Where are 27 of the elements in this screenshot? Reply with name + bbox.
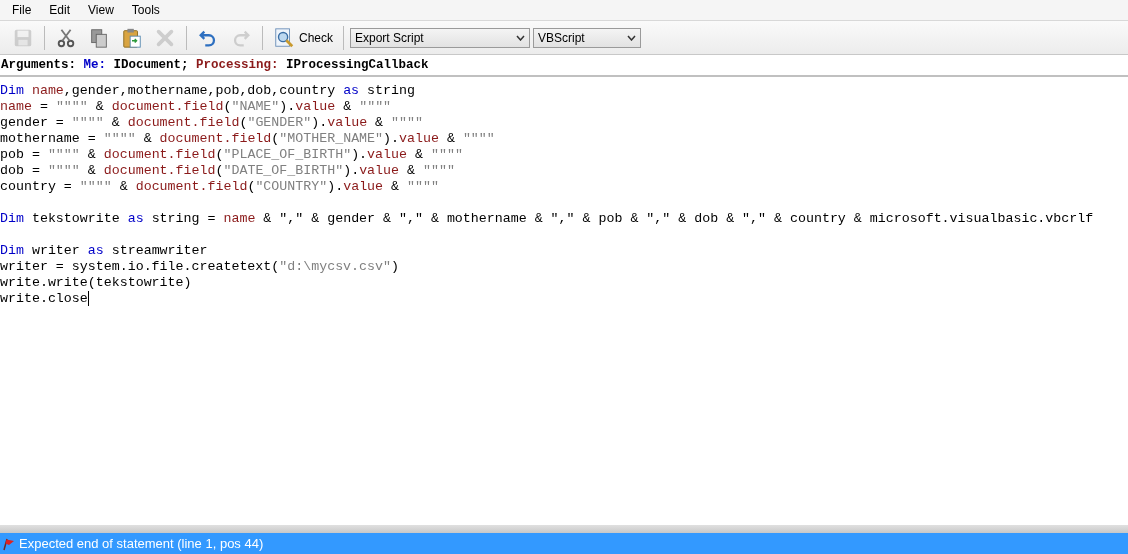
check-button[interactable]: Check	[269, 24, 337, 51]
status-message: Expected end of statement (line 1, pos 44)	[19, 536, 264, 551]
flag-icon	[2, 536, 16, 551]
menu-item[interactable]: Tools	[123, 3, 168, 17]
language-dropdown[interactable]: VBScript	[533, 27, 641, 48]
menu-item[interactable]: View	[80, 3, 122, 17]
code-line: Dim name,gender,mothername,pob,dob,country as string	[0, 83, 415, 99]
code-line: country = """" & document.field("COUNTRY").value & """"	[0, 179, 439, 195]
code-line: mothername = """" & document.field("MOTHER_NAME").value & """"	[0, 131, 495, 147]
code-line: writer = system.io.file.createtext("d:\mycsv.csv")	[0, 259, 399, 275]
caret-icon	[516, 34, 525, 41]
paste-icon	[121, 26, 143, 49]
code-line: Dim writer as streamwriter	[0, 243, 208, 259]
menu-item[interactable]: Edit	[41, 3, 79, 17]
script-dropdown[interactable]: Export Script	[350, 27, 530, 48]
menu-item[interactable]: File	[4, 3, 40, 17]
code-line: dob = """" & document.field("DATE_OF_BIRTH").value & """"	[0, 163, 455, 179]
code-line: gender = """" & document.field("GENDER").value & """"	[0, 115, 423, 131]
code-line: pob = """" & document.field("PLACE_OF_BIRTH").value & """"	[0, 147, 463, 163]
code-line: write.close	[0, 291, 88, 307]
caret-icon	[627, 34, 636, 41]
code-line: write.write(tekstowrite)	[0, 275, 192, 291]
arguments-line: Arguments: Me: IDocument; Processing: IProcessingCallback	[1, 57, 429, 73]
code-line: name = """" & document.field("NAME").value & """"	[0, 99, 392, 115]
code-line: Dim tekstowrite as string = name & "," & gender & "," & mothername & "," & pob & "," & dob & "," & country & microsoft.visualbasic.vbcrlf	[0, 211, 1094, 227]
magnifier-icon	[273, 26, 295, 49]
copy-icon	[88, 26, 110, 49]
